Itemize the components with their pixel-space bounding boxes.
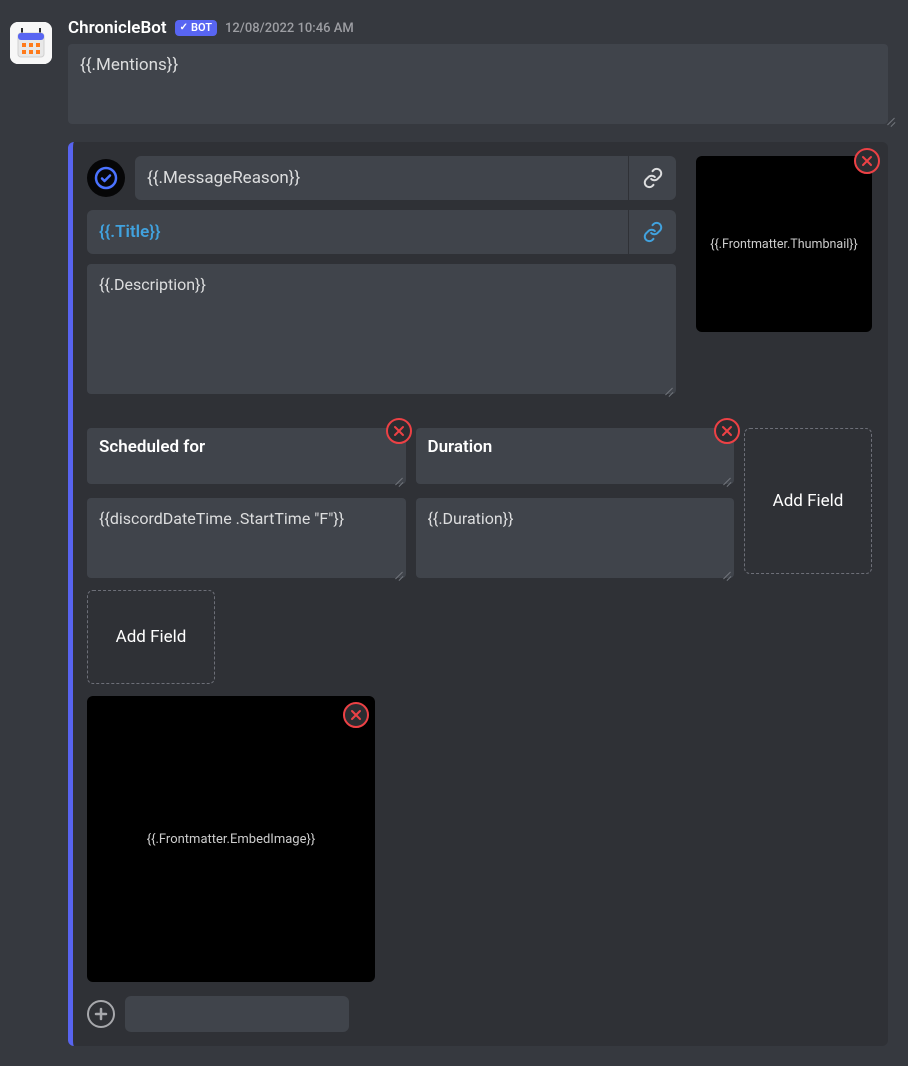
message-header: ChronicleBot ✓ BOT 12/08/2022 10:46 AM: [68, 18, 898, 38]
field-name-input[interactable]: [87, 428, 406, 484]
thumbnail-label: {{.Frontmatter.Thumbnail}}: [710, 237, 858, 252]
author-link-button[interactable]: [628, 156, 676, 200]
bot-tag-text: BOT: [191, 21, 212, 35]
link-icon: [642, 221, 664, 243]
embed-title-input[interactable]: {{.Title}}: [87, 210, 628, 254]
footer-icon-add-button[interactable]: [87, 1000, 115, 1028]
field-value-input[interactable]: [87, 498, 406, 578]
verified-check-icon: ✓: [180, 21, 188, 35]
bot-badge: ✓ BOT: [175, 20, 217, 36]
author-name: ChronicleBot: [68, 18, 167, 38]
field-value-input[interactable]: [416, 498, 735, 578]
add-field-button[interactable]: Add Field: [87, 590, 215, 684]
embed-author-icon[interactable]: [87, 159, 125, 197]
close-icon: [350, 709, 362, 721]
title-link-button[interactable]: [628, 210, 676, 254]
embed-image[interactable]: {{.Frontmatter.EmbedImage}}: [87, 696, 375, 982]
embed-author-input[interactable]: {{.MessageReason}}: [135, 156, 628, 200]
add-field-button[interactable]: Add Field: [744, 428, 872, 574]
mentions-textarea[interactable]: [68, 44, 888, 124]
timestamp: 12/08/2022 10:46 AM: [225, 21, 354, 36]
bot-avatar: [10, 22, 52, 64]
field-name-input[interactable]: [416, 428, 735, 484]
embed-image-label: {{.Frontmatter.EmbedImage}}: [147, 832, 316, 847]
embed-card: {{.MessageReason}} {{.Title}}: [68, 142, 888, 1046]
footer-text-input[interactable]: [125, 996, 349, 1032]
embed-thumbnail[interactable]: {{.Frontmatter.Thumbnail}}: [696, 156, 872, 332]
close-icon: [861, 155, 873, 167]
remove-thumbnail-button[interactable]: [854, 148, 880, 174]
plus-icon: [94, 1007, 108, 1021]
remove-field-button[interactable]: [714, 418, 740, 444]
remove-image-button[interactable]: [343, 702, 369, 728]
close-icon: [721, 425, 733, 437]
embed-description-textarea[interactable]: [87, 264, 676, 394]
link-icon: [642, 167, 664, 189]
close-icon: [393, 425, 405, 437]
remove-field-button[interactable]: [386, 418, 412, 444]
